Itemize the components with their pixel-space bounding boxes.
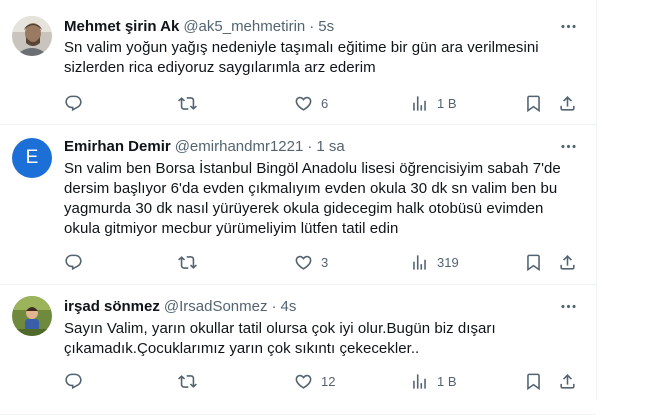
like-count: 6 (321, 95, 329, 111)
retweet-icon (178, 372, 197, 391)
tweet-text-line: sizlerden rica ediyoruz saygılarımla arz… (64, 59, 376, 76)
views-icon (410, 372, 429, 391)
tweet-text: Sayın Valim, yarın okullar tatil olursa … (64, 319, 584, 359)
more-icon (559, 297, 578, 316)
tweet-text-line: çıkamadık.Çocuklarımız yarın çok sıkıntı… (64, 340, 420, 357)
view-count: 319 (437, 254, 459, 270)
reply-button[interactable] (64, 93, 91, 113)
view-count: 1 B (437, 373, 457, 389)
tweet[interactable]: Mehmet şirin Ak @ak5_mehmetirin · 5s Sn … (0, 0, 596, 125)
retweet-icon (178, 253, 197, 272)
more-icon (559, 137, 578, 156)
more-icon (559, 17, 578, 36)
reply-button[interactable] (64, 252, 91, 272)
like-button[interactable]: 12 (294, 371, 335, 391)
share-icon (558, 372, 577, 391)
separator-dot: · (271, 297, 277, 315)
author-name[interactable]: Mehmet şirin Ak (64, 18, 179, 35)
views-button[interactable]: 319 (410, 252, 459, 272)
reply-icon (64, 94, 83, 113)
like-icon (294, 372, 313, 391)
share-icon (558, 94, 577, 113)
avatar-letter: E (25, 147, 39, 168)
tweet-actions: 6 1 B (64, 93, 584, 113)
views-button[interactable]: 1 B (410, 93, 457, 113)
tweet-header: irşad sönmez @IrsadSonmez · 4s (64, 296, 296, 316)
share-button[interactable] (558, 252, 577, 272)
more-options-button[interactable] (558, 136, 578, 156)
views-icon (410, 94, 429, 113)
tweet-text-line: Sn valim ben Borsa İstanbul Bingöl Anado… (64, 160, 561, 177)
tweet-text-line: okula gitmiyor mecbur yürümeliyim lütfen… (64, 220, 399, 237)
like-count: 12 (321, 373, 336, 389)
views-icon (410, 253, 429, 272)
author-handle[interactable]: @ak5_mehmetirin (183, 18, 305, 35)
author-handle[interactable]: @IrsadSonmez (164, 298, 268, 315)
bookmark-icon (524, 372, 543, 391)
tweet-feed: Mehmet şirin Ak @ak5_mehmetirin · 5s Sn … (0, 0, 597, 415)
author-name[interactable]: irşad sönmez (64, 298, 160, 315)
tweet-actions: 12 1 B (64, 371, 584, 391)
tweet-text: Sn valim yoğun yağış nedeniyle taşımalı … (64, 38, 584, 78)
author-name[interactable]: Emirhan Demir (64, 138, 171, 155)
tweet-actions: 3 319 (64, 252, 584, 272)
tweet[interactable]: irşad sönmez @IrsadSonmez · 4s Sayın Val… (0, 284, 596, 415)
avatar-photo (12, 296, 52, 336)
separator-dot: · (307, 137, 313, 155)
bookmark-button[interactable] (524, 93, 543, 113)
bookmark-icon (524, 94, 543, 113)
like-icon (294, 253, 313, 272)
tweet-header: Mehmet şirin Ak @ak5_mehmetirin · 5s (64, 16, 334, 36)
avatar[interactable]: E (12, 138, 52, 178)
more-options-button[interactable] (558, 296, 578, 316)
avatar[interactable] (12, 296, 52, 336)
view-count: 1 B (437, 95, 457, 111)
retweet-button[interactable] (178, 252, 205, 272)
tweet-text-line: yagmurda 30 dk nasıl yürüyerek okula gid… (64, 200, 544, 217)
share-icon (558, 253, 577, 272)
tweet-text-line: Sn valim yoğun yağış nedeniyle taşımalı … (64, 39, 539, 56)
reply-button[interactable] (64, 371, 91, 391)
tweet-header: Emirhan Demir @emirhandmr1221 · 1 sa (64, 136, 345, 156)
author-handle[interactable]: @emirhandmr1221 (175, 138, 304, 155)
retweet-button[interactable] (178, 371, 205, 391)
bookmark-button[interactable] (524, 252, 543, 272)
like-button[interactable]: 6 (294, 93, 328, 113)
bookmark-icon (524, 253, 543, 272)
tweet-time[interactable]: 5s (318, 18, 334, 35)
reply-icon (64, 372, 83, 391)
share-button[interactable] (558, 371, 577, 391)
tweet-text: Sn valim ben Borsa İstanbul Bingöl Anado… (64, 159, 584, 239)
like-icon (294, 94, 313, 113)
tweet-text-line: Sayın Valim, yarın okullar tatil olursa … (64, 320, 496, 337)
retweet-button[interactable] (178, 93, 205, 113)
avatar-photo (12, 16, 52, 56)
tweet-time[interactable]: 4s (280, 298, 296, 315)
avatar[interactable] (12, 16, 52, 56)
bookmark-button[interactable] (524, 371, 543, 391)
tweet[interactable]: E Emirhan Demir @emirhandmr1221 · 1 sa S… (0, 124, 596, 285)
retweet-icon (178, 94, 197, 113)
reply-icon (64, 253, 83, 272)
share-button[interactable] (558, 93, 577, 113)
like-button[interactable]: 3 (294, 252, 328, 272)
tweet-text-line: dersim başlıyor 6'da evden çıkmalıyım ev… (64, 180, 558, 197)
tweet-time[interactable]: 1 sa (316, 138, 344, 155)
separator-dot: · (309, 17, 315, 35)
more-options-button[interactable] (558, 16, 578, 36)
views-button[interactable]: 1 B (410, 371, 457, 391)
like-count: 3 (321, 254, 329, 270)
